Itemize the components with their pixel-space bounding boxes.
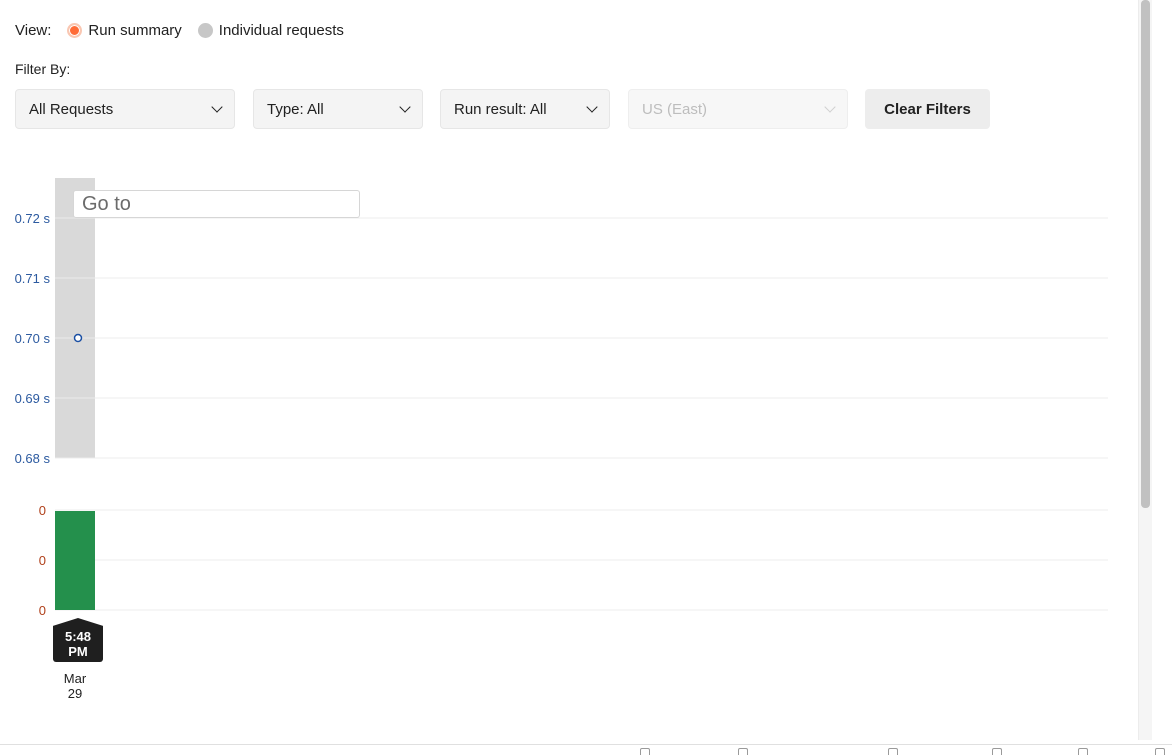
avg-response-time-point: [73, 333, 83, 343]
toolbar-icon[interactable]: [1155, 748, 1165, 755]
y-axis-tick-label: 0.69 s: [15, 391, 51, 406]
count-axis-tick-label: 0: [39, 553, 46, 568]
toolbar-icon[interactable]: [738, 748, 748, 755]
response-time-chart[interactable]: 0.72 s 0.71 s 0.70 s 0.69 s 0.68 s 0 0 0: [0, 0, 1130, 740]
count-axis-tick-label: 0: [39, 503, 46, 518]
y-axis-tick-label: 0.70 s: [15, 331, 51, 346]
bottom-toolbar-icons: [0, 748, 1172, 755]
y-axis-tick-label: 0.68 s: [15, 451, 51, 466]
time-badge-line2: PM: [68, 644, 88, 659]
passed-requests-bar: [55, 511, 95, 610]
hover-highlight-column: [55, 178, 95, 458]
toolbar-icon[interactable]: [640, 748, 650, 755]
toolbar-icon[interactable]: [992, 748, 1002, 755]
count-axis-tick-label: 0: [39, 603, 46, 618]
date-line2: 29: [67, 686, 83, 701]
goto-input[interactable]: [73, 190, 360, 218]
x-axis-date-label: Mar 29: [55, 671, 95, 701]
time-badge-line1: 5:48: [64, 629, 92, 644]
y-axis-tick-label: 0.71 s: [15, 271, 51, 286]
toolbar-icon[interactable]: [1078, 748, 1088, 755]
toolbar-icon[interactable]: [888, 748, 898, 755]
x-axis-time-badge: 5:48 PM: [53, 618, 103, 662]
scrollbar-thumb[interactable]: [1141, 0, 1150, 508]
date-line1: Mar: [63, 671, 87, 686]
y-axis-tick-label: 0.72 s: [15, 211, 51, 226]
run-results-panel: View: Run summary Individual requests Fi…: [0, 0, 1172, 755]
